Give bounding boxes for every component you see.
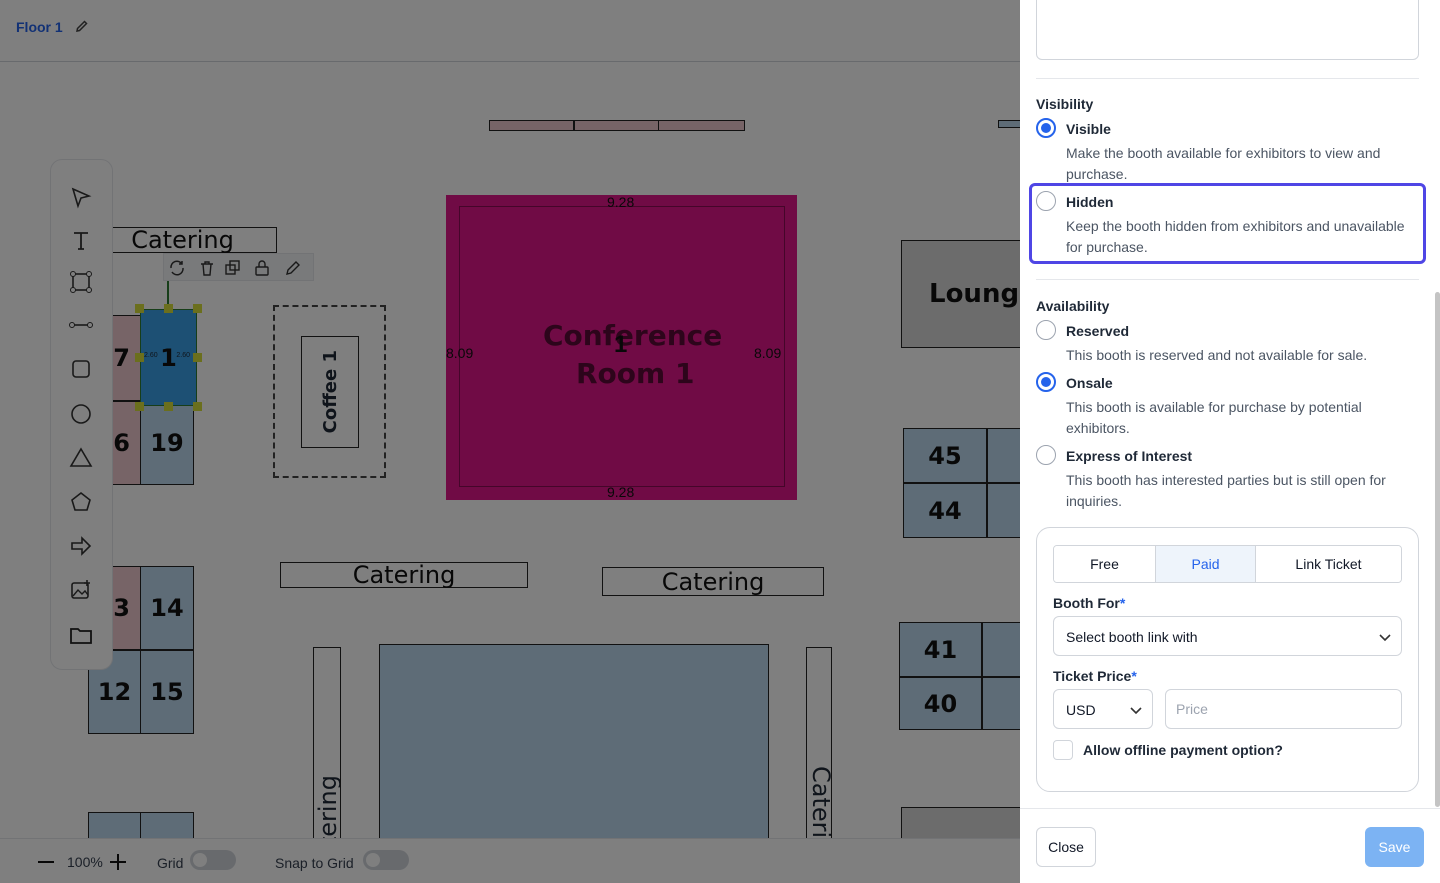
booth-settings-panel: Visibility Visible Make the booth availa… (1020, 0, 1440, 883)
divider (1036, 279, 1419, 280)
modal-backdrop[interactable] (0, 0, 1020, 883)
radio-reserved[interactable] (1036, 320, 1056, 340)
booth-for-label: Booth For* (1053, 595, 1125, 611)
close-button[interactable]: Close (1036, 827, 1096, 867)
express-interest-description: This booth has interested parties but is… (1066, 472, 1386, 509)
hidden-label: Hidden (1066, 194, 1114, 210)
pricing-type-tabs: Free Paid Link Ticket (1053, 545, 1402, 583)
save-button[interactable]: Save (1365, 827, 1424, 867)
radio-visible[interactable] (1036, 118, 1056, 138)
hidden-description: Keep the booth hidden from exhibitors an… (1066, 218, 1405, 255)
visible-label: Visible (1066, 121, 1111, 137)
reserved-label: Reserved (1066, 323, 1130, 339)
currency-select[interactable]: USD (1053, 689, 1153, 729)
express-interest-label: Express of Interest (1066, 448, 1193, 464)
offline-payment-label: Allow offline payment option? (1083, 742, 1283, 758)
floor-canvas[interactable]: Floor 1 Catering 7 6 19 1 2.60 2.60 (0, 0, 1020, 883)
booth-for-text: Booth For (1053, 595, 1120, 611)
booth-for-value: Select booth link with (1066, 629, 1198, 645)
booth-for-select[interactable]: Select booth link with (1053, 616, 1402, 656)
visibility-title: Visibility (1036, 96, 1094, 112)
tab-link-ticket[interactable]: Link Ticket (1256, 546, 1401, 582)
currency-value: USD (1066, 702, 1096, 718)
tab-free[interactable]: Free (1054, 546, 1156, 582)
ticket-price-text: Ticket Price (1053, 668, 1132, 684)
visible-description: Make the booth available for exhibitors … (1066, 145, 1381, 182)
radio-express-interest[interactable] (1036, 445, 1056, 465)
chevron-down-icon (1379, 634, 1391, 642)
radio-onsale[interactable] (1036, 372, 1056, 392)
tab-paid[interactable]: Paid (1156, 546, 1256, 582)
onsale-description: This booth is available for purchase by … (1066, 399, 1362, 436)
divider (1036, 78, 1419, 79)
offline-payment-checkbox[interactable] (1053, 740, 1073, 760)
chevron-down-icon (1130, 707, 1142, 715)
ticket-price-label: Ticket Price* (1053, 668, 1137, 684)
reserved-description: This booth is reserved and not available… (1066, 347, 1368, 363)
required-mark: * (1119, 595, 1126, 611)
panel-scrollbar[interactable] (1435, 292, 1440, 807)
pricing-card: Free Paid Link Ticket Booth For* Select … (1036, 527, 1419, 792)
onsale-label: Onsale (1066, 375, 1113, 391)
price-input[interactable] (1165, 689, 1402, 729)
radio-hidden[interactable] (1036, 191, 1056, 211)
description-textarea[interactable] (1036, 0, 1419, 60)
availability-title: Availability (1036, 298, 1110, 314)
panel-footer: Close Save (1020, 808, 1440, 883)
required-mark: * (1131, 668, 1137, 684)
